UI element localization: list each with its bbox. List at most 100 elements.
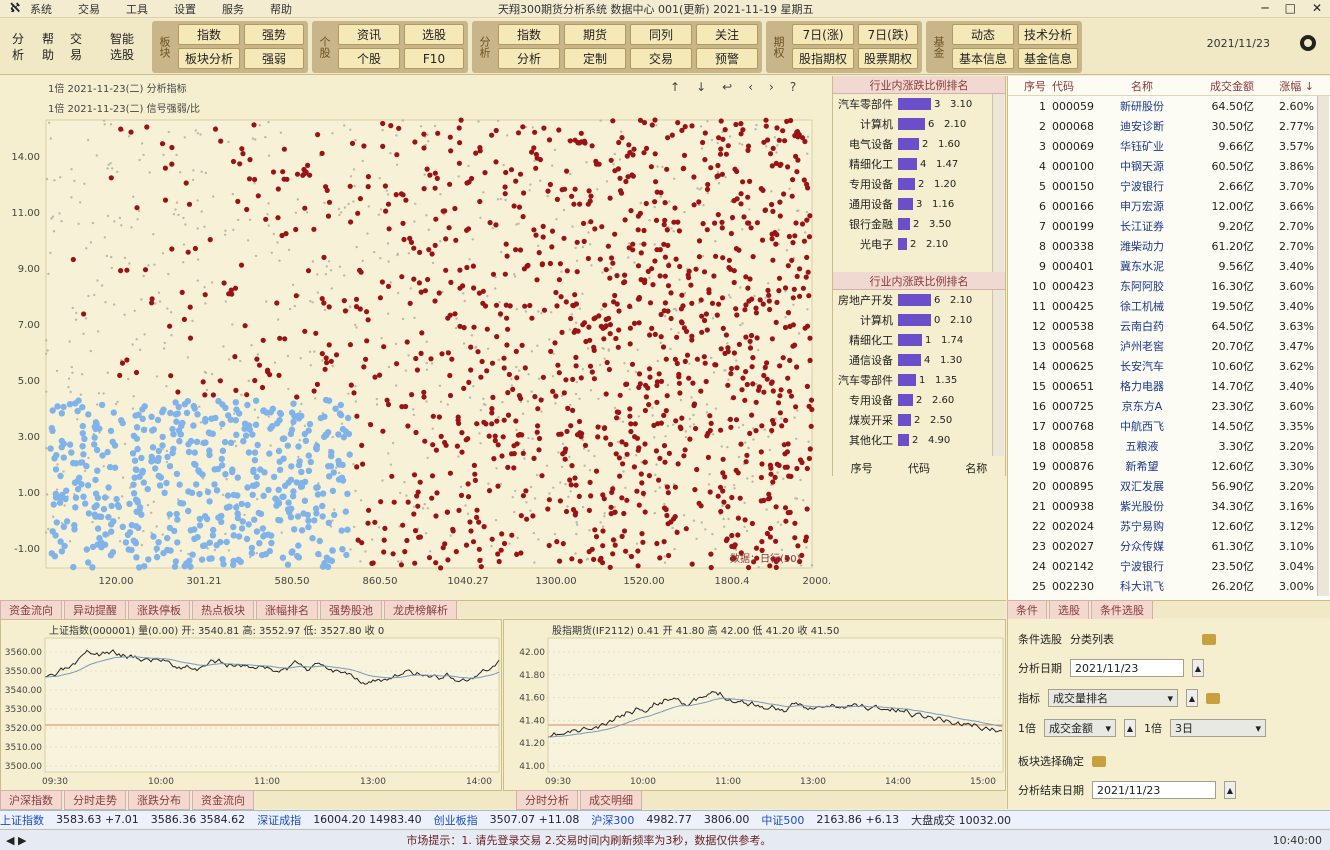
industry-row[interactable]: 房地产开发 6 2.10 [833, 290, 1005, 310]
cond-value[interactable]: 分类列表 [1070, 631, 1114, 647]
table-row[interactable]: 16 000725 京东方A 23.30亿 3.60% [1008, 396, 1330, 416]
close-icon[interactable]: ✕ [1312, 1, 1322, 15]
table-row[interactable]: 15 000651 格力电器 14.70亿 3.40% [1008, 376, 1330, 396]
lock-icon[interactable] [1092, 755, 1106, 767]
indicator-select[interactable]: 成交量排名 ▾ [1048, 689, 1178, 707]
enddate-spin[interactable]: ▲ [1224, 781, 1236, 799]
index-minute-chart[interactable]: 3560.00 3550.00 3540.00 3530.00 3520.00 3510.… [0, 619, 502, 791]
table-row[interactable]: 19 000876 新希望 12.60亿 3.30% [1008, 456, 1330, 476]
end-date-input[interactable]: 2021/11/23 [1092, 781, 1216, 799]
industry-scrollbar-bottom[interactable] [992, 290, 1004, 456]
ticker-item[interactable]: 上证指数 [0, 812, 44, 828]
ticker-item[interactable]: 创业板指 [434, 812, 478, 828]
tb-alert[interactable]: 预警 [696, 48, 758, 69]
lock-icon[interactable] [1206, 692, 1220, 704]
gear-icon[interactable] [1300, 35, 1316, 51]
table-row[interactable]: 23 002027 分众传媒 61.30亿 3.10% [1008, 536, 1330, 556]
tb-select[interactable]: 选股 [404, 24, 464, 45]
menu-settings[interactable]: 设置 [174, 1, 196, 17]
table-row[interactable]: 6 000166 申万宏源 12.00亿 3.66% [1008, 196, 1330, 216]
tb-strength[interactable]: 强弱 [244, 48, 304, 69]
menu-help[interactable]: 帮助 [270, 1, 292, 17]
menu-tools[interactable]: 工具 [126, 1, 148, 17]
table-row[interactable]: 24 002142 宁波银行 23.50亿 3.04% [1008, 556, 1330, 576]
tab-0[interactable]: 资金流向 [0, 599, 62, 620]
tb-strong[interactable]: 强势 [244, 24, 304, 45]
trade-button[interactable]: 交易 [64, 23, 88, 71]
tb-tech-analysis[interactable]: 技术分析 [1018, 24, 1078, 45]
tb-dynamic[interactable]: 动态 [952, 24, 1014, 45]
table-row[interactable]: 8 000338 潍柴动力 61.20亿 2.70% [1008, 236, 1330, 256]
tb-trade[interactable]: 交易 [630, 48, 692, 69]
table-row[interactable]: 3 000069 华钰矿业 9.66亿 3.57% [1008, 136, 1330, 156]
industry-row[interactable]: 专用设备 2 2.60 [833, 390, 1005, 410]
tb-analyze[interactable]: 分析 [498, 48, 560, 69]
zoom-in-icon[interactable]: ↑ [670, 80, 680, 94]
lock-icon[interactable] [1202, 633, 1216, 645]
tb-basic-info[interactable]: 基本信息 [952, 48, 1014, 69]
mini-tab-3[interactable]: 资金流向 [192, 790, 254, 810]
mini-tab-0[interactable]: 沪深指数 [0, 790, 62, 810]
table-row[interactable]: 17 000768 中航西飞 14.50亿 3.35% [1008, 416, 1330, 436]
table-row[interactable]: 14 000625 长安汽车 10.60亿 3.62% [1008, 356, 1330, 376]
table-row[interactable]: 10 000423 东阿阿胶 16.30亿 3.60% [1008, 276, 1330, 296]
tb-stock-options[interactable]: 股票期权 [858, 48, 918, 69]
mini-tab2-1[interactable]: 成交明细 [580, 790, 642, 810]
sort-desc-icon[interactable]: 涨幅 ↓ [1254, 78, 1314, 94]
tab-4[interactable]: 涨幅排名 [256, 599, 318, 620]
table-row[interactable]: 9 000401 冀东水泥 9.56亿 3.40% [1008, 256, 1330, 276]
mini-tab-2[interactable]: 涨跌分布 [128, 790, 190, 810]
zoom-out-icon[interactable]: ↓ [696, 80, 706, 94]
tb-a-index[interactable]: 指数 [498, 24, 560, 45]
date-spin[interactable]: ▲ [1192, 659, 1204, 677]
industry-row[interactable]: 电气设备 2 1.60 [833, 134, 1005, 154]
menu-trade[interactable]: 交易 [78, 1, 100, 17]
tb-futures[interactable]: 期货 [564, 24, 626, 45]
industry-row[interactable]: 计算机 6 2.10 [833, 114, 1005, 134]
industry-row[interactable]: 专用设备 2 1.20 [833, 174, 1005, 194]
table-row[interactable]: 21 000938 紫光股份 34.30亿 3.16% [1008, 496, 1330, 516]
ticker-item[interactable]: 沪深300 [591, 812, 634, 828]
tb-7day-up[interactable]: 7日(涨) [792, 24, 854, 45]
table-row[interactable]: 4 000100 中钢天源 60.50亿 3.86% [1008, 156, 1330, 176]
table-row[interactable]: 2 000068 迪安诊断 30.50亿 2.77% [1008, 116, 1330, 136]
maximize-icon[interactable]: □ [1285, 1, 1296, 15]
tb-index-options[interactable]: 股指期权 [792, 48, 854, 69]
industry-row[interactable]: 汽车零部件 3 3.10 [833, 94, 1005, 114]
industry-row[interactable]: 计算机 0 2.10 [833, 310, 1005, 330]
analysis-button[interactable]: 分析 [6, 23, 30, 71]
tab-2[interactable]: 涨跌停板 [128, 599, 190, 620]
tab-3[interactable]: 热点板块 [192, 599, 254, 620]
industry-row[interactable]: 通用设备 3 1.16 [833, 194, 1005, 214]
tb-sector-analysis[interactable]: 板块分析 [178, 48, 240, 69]
table-row[interactable]: 5 000150 宁波银行 2.66亿 3.70% [1008, 176, 1330, 196]
industry-row[interactable]: 光电子 2 2.10 [833, 234, 1005, 254]
right-tab-1[interactable]: 选股 [1049, 599, 1089, 620]
tb-7day-down[interactable]: 7日(跌) [858, 24, 918, 45]
industry-scrollbar-top[interactable] [992, 94, 1004, 272]
help-button[interactable]: 帮助 [36, 23, 60, 71]
industry-row[interactable]: 通信设备 4 1.30 [833, 350, 1005, 370]
smart-select-button[interactable]: 智能 选股 [104, 23, 140, 71]
tb-index[interactable]: 指数 [178, 24, 240, 45]
table-row[interactable]: 1 000059 新研股份 64.50亿 2.60% [1008, 96, 1330, 116]
analysis-date-input[interactable]: 2021/11/23 [1070, 659, 1184, 677]
table-row[interactable]: 22 002024 苏宁易购 12.60亿 3.12% [1008, 516, 1330, 536]
ticker-item[interactable]: 深证成指 [257, 812, 301, 828]
tb-custom[interactable]: 定制 [564, 48, 626, 69]
tab-5[interactable]: 强势股池 [320, 599, 382, 620]
arrow-icon[interactable]: ◀ ▶ [6, 834, 26, 847]
industry-row[interactable]: 精细化工 1 1.74 [833, 330, 1005, 350]
futures-minute-chart[interactable]: 42.00 41.80 41.60 41.40 41.20 41.00 09:30 10:00… [503, 619, 1006, 791]
table-row[interactable]: 7 000199 长江证券 9.20亿 2.70% [1008, 216, 1330, 236]
tb-stock[interactable]: 个股 [338, 48, 400, 69]
tb-news[interactable]: 资讯 [338, 24, 400, 45]
tab-1[interactable]: 异动提醒 [64, 599, 126, 620]
mini-tab-1[interactable]: 分时走势 [64, 790, 126, 810]
period-select[interactable]: 成交金额 ▾ [1044, 719, 1116, 737]
next-icon[interactable]: › [769, 80, 774, 94]
right-tab-0[interactable]: 条件 [1007, 599, 1047, 620]
menu-service[interactable]: 服务 [222, 1, 244, 17]
industry-row[interactable]: 煤炭开采 2 2.50 [833, 410, 1005, 430]
table-row[interactable]: 20 000895 双汇发展 56.90亿 3.20% [1008, 476, 1330, 496]
